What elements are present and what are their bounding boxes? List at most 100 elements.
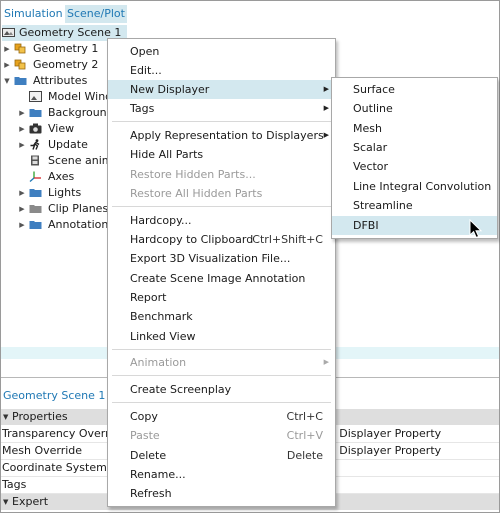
menu-item-label: Copy — [130, 410, 158, 423]
menu-item-tags[interactable]: Tags ▶ — [108, 99, 335, 118]
menu-item-shortcut: Delete — [286, 449, 323, 462]
submenu-item-label: Mesh — [353, 122, 382, 135]
menu-item-new-displayer[interactable]: New Displayer ▶ — [108, 80, 335, 99]
tree-item-axes[interactable]: Axes — [0, 169, 110, 185]
collapse-arrow-icon[interactable]: ▼ — [3, 409, 8, 425]
menu-item-label: Restore All Hidden Parts — [130, 187, 263, 200]
collapse-arrow-icon[interactable]: ▼ — [3, 73, 11, 89]
menu-item-refresh[interactable]: Refresh — [108, 484, 335, 503]
tab-scene-plot[interactable]: Scene/Plot — [65, 5, 127, 23]
menu-item-create-screenplay[interactable]: Create Screenplay — [108, 380, 335, 399]
menu-separator — [112, 402, 331, 403]
menu-item-open[interactable]: Open — [108, 42, 335, 61]
menu-item-export-3d[interactable]: Export 3D Visualization File... — [108, 249, 335, 268]
menu-item-apply-representation[interactable]: Apply Representation to Displayers ▶ — [108, 126, 335, 145]
menu-item-edit[interactable]: Edit... — [108, 61, 335, 80]
section-label: Expert — [12, 495, 49, 508]
tree-item-label: Geometry 2 — [33, 58, 99, 71]
menu-item-label: Create Screenplay — [130, 383, 232, 396]
property-name: Transparency Overrid — [2, 427, 120, 440]
tree-item-geometry-2[interactable]: ▶ Geometry 2 — [0, 57, 110, 73]
menu-separator — [112, 206, 331, 207]
menu-item-delete[interactable]: Delete Delete — [108, 446, 335, 465]
menu-item-label: Delete — [130, 449, 167, 462]
property-value[interactable]: e Displayer Property — [329, 443, 441, 459]
expand-arrow-icon[interactable]: ▶ — [18, 105, 26, 121]
menu-item-create-scene-image-annotation[interactable]: Create Scene Image Annotation — [108, 269, 335, 288]
menu-item-hide-all-parts[interactable]: Hide All Parts — [108, 145, 335, 164]
menu-item-label: Animation — [130, 356, 187, 369]
tree-item-label: Annotations — [48, 218, 115, 231]
menu-item-hardcopy[interactable]: Hardcopy... — [108, 211, 335, 230]
mouse-cursor-icon — [469, 219, 483, 239]
menu-item-label: Report — [130, 291, 167, 304]
property-name: Tags — [2, 478, 27, 491]
submenu-item-surface[interactable]: Surface — [332, 80, 497, 99]
tree-item-scene-animation[interactable]: Scene anim — [0, 153, 113, 169]
submenu-item-label: Outline — [353, 102, 393, 115]
tab-simulation[interactable]: Simulation — [2, 5, 65, 23]
menu-item-label: Apply Representation to Displayers — [130, 129, 324, 142]
menu-item-copy[interactable]: Copy Ctrl+C — [108, 407, 335, 426]
tree-item-clip-planes[interactable]: ▶ Clip Planes — [0, 201, 110, 217]
axes-icon — [29, 171, 41, 182]
tree-item-model-window[interactable]: Model Wind — [0, 89, 112, 105]
expand-arrow-icon[interactable]: ▶ — [3, 41, 11, 57]
tree-item-view[interactable]: ▶ View — [0, 121, 110, 137]
geometry-icon — [14, 43, 26, 54]
tree-item-geometry-1[interactable]: ▶ Geometry 1 — [0, 41, 110, 57]
scene-icon — [2, 28, 15, 37]
tree-item-label: Update — [48, 138, 88, 151]
menu-item-restore-all-hidden-parts[interactable]: Restore All Hidden Parts — [108, 184, 335, 203]
menu-item-restore-hidden-parts[interactable]: Restore Hidden Parts... — [108, 165, 335, 184]
menu-item-paste[interactable]: Paste Ctrl+V — [108, 426, 335, 445]
collapse-arrow-icon[interactable]: ▼ — [3, 494, 8, 510]
expand-arrow-icon[interactable]: ▶ — [18, 121, 26, 137]
menu-item-label: Linked View — [130, 330, 196, 343]
tree-item-label: Clip Planes — [48, 202, 109, 215]
tree-item-background[interactable]: ▶ Backgroun — [0, 105, 110, 121]
tree-item-label: Scene anim — [48, 154, 113, 167]
menu-item-shortcut: Ctrl+V — [286, 429, 323, 442]
submenu-item-outline[interactable]: Outline — [332, 99, 497, 118]
submenu-item-scalar[interactable]: Scalar — [332, 138, 497, 157]
geometry-icon — [14, 59, 26, 70]
submenu-item-vector[interactable]: Vector — [332, 157, 497, 176]
tree-item-label: Geometry 1 — [33, 42, 99, 55]
submenu-arrow-icon: ▶ — [323, 131, 329, 139]
menu-separator — [112, 375, 331, 376]
context-menu: Open Edit... New Displayer ▶ Tags ▶ Appl… — [107, 38, 336, 507]
folder-icon — [29, 221, 42, 229]
submenu-item-label: Vector — [353, 160, 389, 173]
menu-item-hardcopy-to-clipboard[interactable]: Hardcopy to Clipboard Ctrl+Shift+C — [108, 230, 335, 249]
menu-item-animation[interactable]: Animation ▶ — [108, 353, 335, 372]
submenu-item-streamline[interactable]: Streamline — [332, 196, 497, 215]
menu-item-linked-view[interactable]: Linked View — [108, 327, 335, 346]
menu-item-label: Hide All Parts — [130, 148, 204, 161]
expand-arrow-icon[interactable]: ▶ — [18, 217, 26, 233]
submenu-item-line-integral-convolution[interactable]: Line Integral Convolution — [332, 177, 497, 196]
expand-arrow-icon[interactable]: ▶ — [18, 185, 26, 201]
scene-animation-icon — [31, 155, 39, 166]
expand-arrow-icon[interactable]: ▶ — [3, 57, 11, 73]
menu-item-label: New Displayer — [130, 83, 210, 96]
menu-item-benchmark[interactable]: Benchmark — [108, 307, 335, 326]
menu-separator — [112, 121, 331, 122]
menu-item-label: Export 3D Visualization File... — [130, 252, 291, 265]
menu-item-label: Restore Hidden Parts... — [130, 168, 256, 181]
tree-item-attributes[interactable]: ▼ Attributes — [0, 73, 110, 89]
tree-item-label: View — [48, 122, 75, 135]
submenu-item-mesh[interactable]: Mesh — [332, 119, 497, 138]
menu-item-label: Benchmark — [130, 310, 193, 323]
menu-item-label: Create Scene Image Annotation — [130, 272, 306, 285]
menu-item-report[interactable]: Report — [108, 288, 335, 307]
expand-arrow-icon[interactable]: ▶ — [18, 137, 26, 153]
expand-arrow-icon[interactable]: ▶ — [18, 201, 26, 217]
property-value[interactable]: e Displayer Property — [329, 426, 441, 442]
tree-item-update[interactable]: ▶ Update — [0, 137, 110, 153]
new-displayer-submenu: Surface Outline Mesh Scalar Vector Line … — [331, 77, 498, 239]
tree-item-lights[interactable]: ▶ Lights — [0, 185, 110, 201]
menu-item-label: Paste — [130, 429, 160, 442]
tree-item-annotations[interactable]: ▶ Annotations — [0, 217, 114, 233]
menu-item-rename[interactable]: Rename... — [108, 465, 335, 484]
